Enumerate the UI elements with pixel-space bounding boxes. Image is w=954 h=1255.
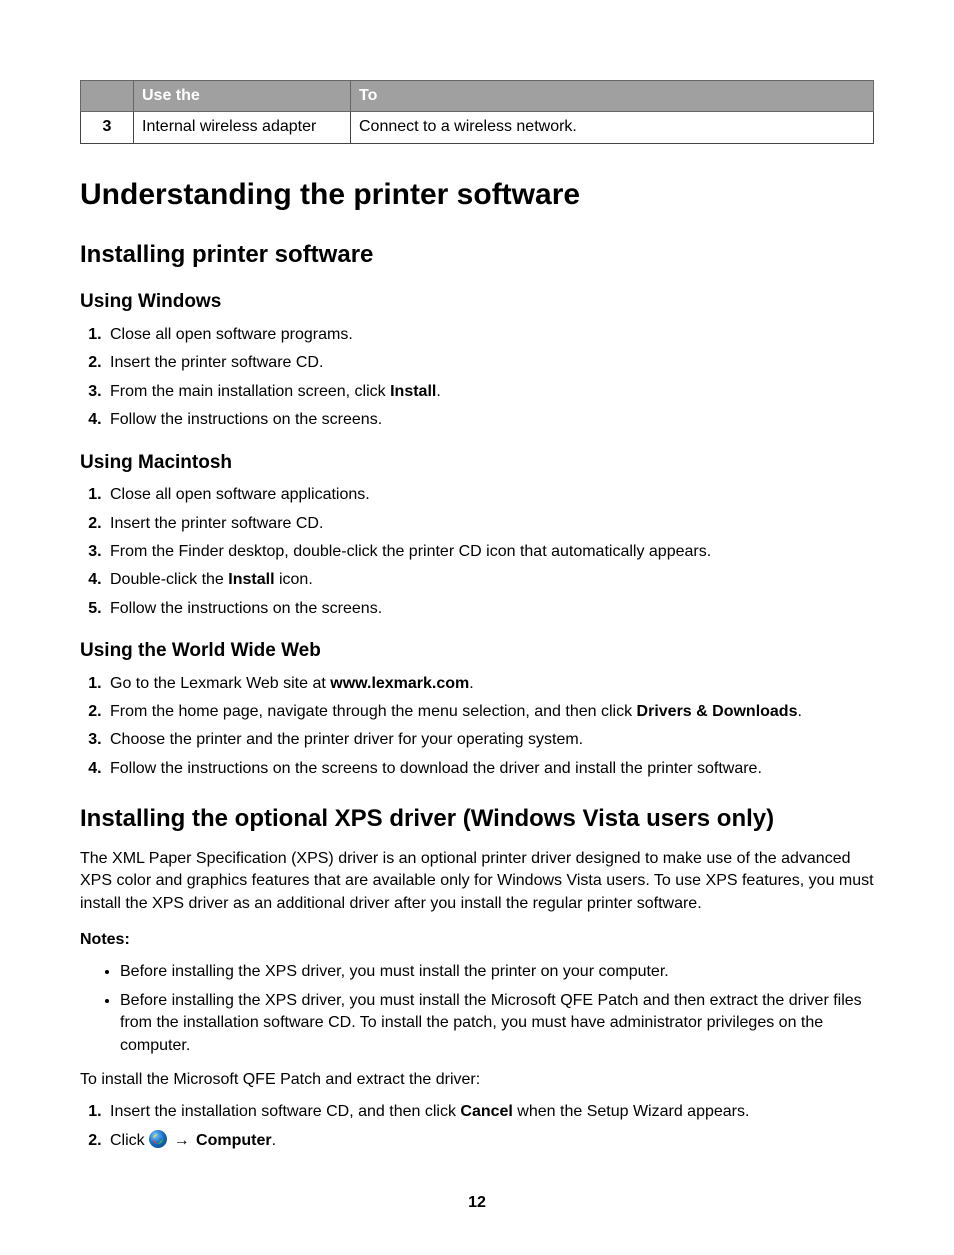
www-steps: Go to the Lexmark Web site at www.lexmar… xyxy=(80,673,874,781)
notes-list: Before installing the XPS driver, you mu… xyxy=(80,961,874,1057)
list-item: Close all open software programs. xyxy=(106,324,874,346)
list-item: From the main installation screen, click… xyxy=(106,381,874,403)
list-item: Before installing the XPS driver, you mu… xyxy=(120,990,874,1057)
xps-intro: The XML Paper Specification (XPS) driver… xyxy=(80,848,874,915)
list-item: Insert the printer software CD. xyxy=(106,352,874,374)
list-item: Choose the printer and the printer drive… xyxy=(106,729,874,751)
page-title: Understanding the printer software xyxy=(80,174,874,216)
windows-start-icon xyxy=(149,1130,167,1148)
notes-label: Notes: xyxy=(80,929,874,951)
list-item: Close all open software applications. xyxy=(106,484,874,506)
list-item: Go to the Lexmark Web site at www.lexmar… xyxy=(106,673,874,695)
qfe-steps: Insert the installation software CD, and… xyxy=(80,1101,874,1152)
arrow-icon: → xyxy=(172,1132,192,1149)
table-header-use: Use the xyxy=(134,81,351,112)
list-item: Insert the installation software CD, and… xyxy=(106,1101,874,1123)
subhead-www: Using the World Wide Web xyxy=(80,638,874,665)
mac-steps: Close all open software applications. In… xyxy=(80,484,874,620)
list-item: From the home page, navigate through the… xyxy=(106,701,874,723)
section-xps: Installing the optional XPS driver (Wind… xyxy=(80,802,874,836)
list-item: Follow the instructions on the screens. xyxy=(106,598,874,620)
subhead-windows: Using Windows xyxy=(80,289,874,316)
list-item: Double-click the Install icon. xyxy=(106,569,874,591)
row-number: 3 xyxy=(81,112,134,143)
table-row: 3 Internal wireless adapter Connect to a… xyxy=(81,112,874,143)
list-item: Before installing the XPS driver, you mu… xyxy=(120,961,874,983)
row-to: Connect to a wireless network. xyxy=(351,112,874,143)
list-item: From the Finder desktop, double-click th… xyxy=(106,541,874,563)
table-header-to: To xyxy=(351,81,874,112)
feature-table: Use the To 3 Internal wireless adapter C… xyxy=(80,80,874,144)
list-item: Insert the printer software CD. xyxy=(106,513,874,535)
list-item: Follow the instructions on the screens. xyxy=(106,409,874,431)
list-item: Follow the instructions on the screens t… xyxy=(106,758,874,780)
row-use: Internal wireless adapter xyxy=(134,112,351,143)
list-item: Click → Computer. xyxy=(106,1130,874,1152)
windows-steps: Close all open software programs. Insert… xyxy=(80,324,874,432)
subhead-macintosh: Using Macintosh xyxy=(80,450,874,477)
page-number: 12 xyxy=(80,1192,874,1214)
qfe-intro: To install the Microsoft QFE Patch and e… xyxy=(80,1069,874,1091)
section-installing: Installing printer software xyxy=(80,238,874,272)
table-header-num xyxy=(81,81,134,112)
